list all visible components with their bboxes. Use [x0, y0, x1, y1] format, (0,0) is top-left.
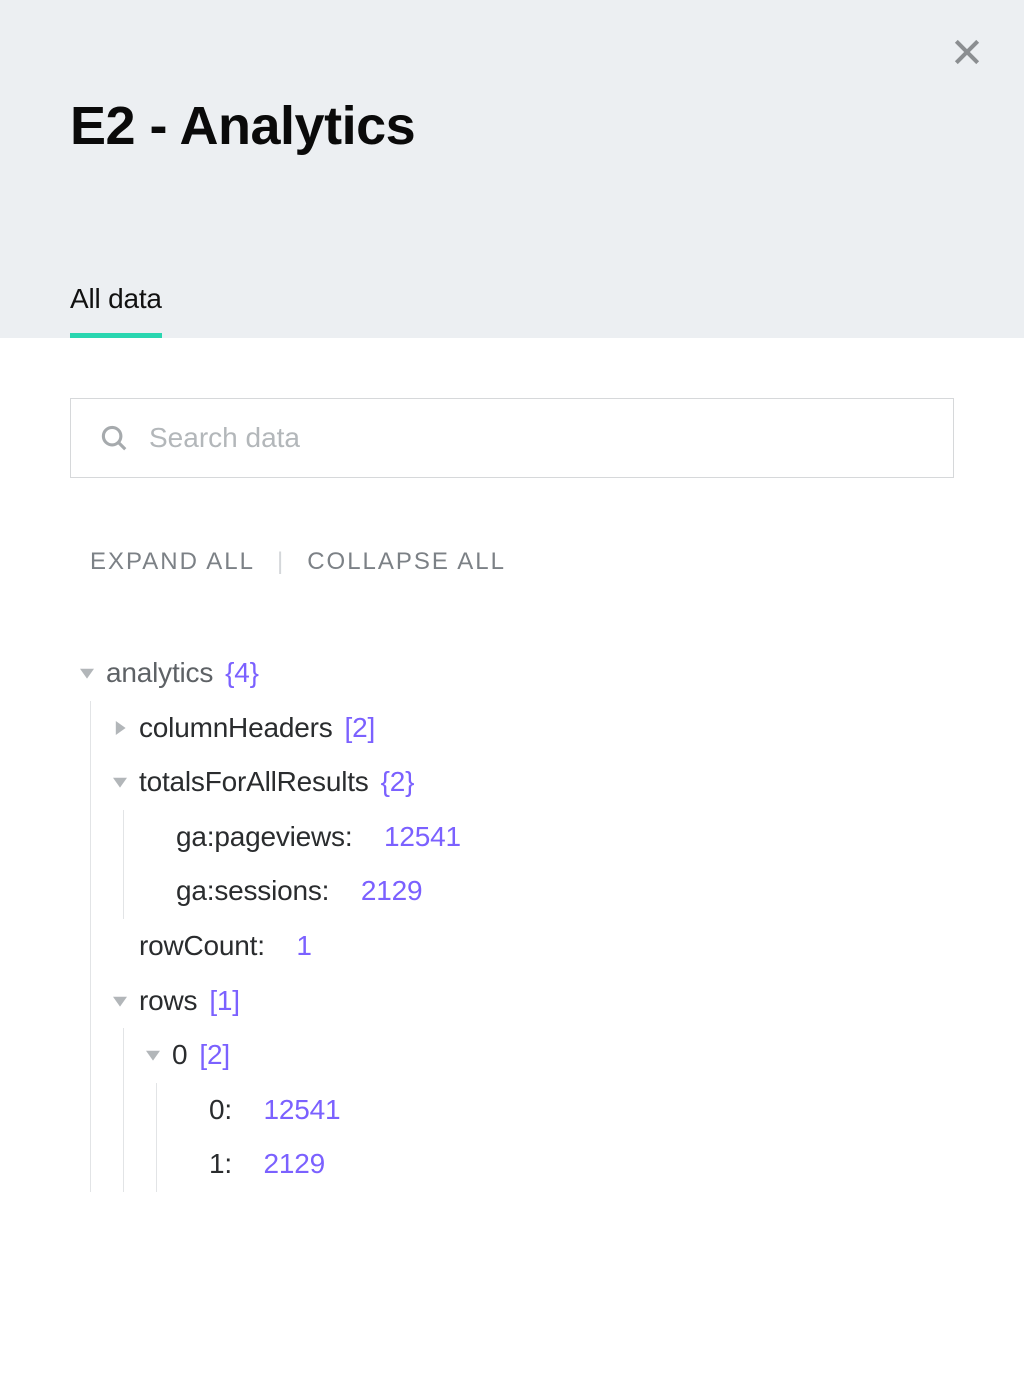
tree-key: 1:: [209, 1137, 232, 1192]
tree-key: totalsForAllResults: [139, 755, 369, 810]
tree-count: {2}: [381, 755, 415, 810]
tree-row[interactable]: rows [1]: [113, 974, 954, 1029]
tab-all-data[interactable]: All data: [70, 283, 162, 338]
search-field[interactable]: [70, 398, 954, 478]
tree-node-rowcount: rowCount: 1: [113, 919, 954, 974]
tree-node-analytics: analytics {4} columnHeaders [2] tota: [80, 646, 954, 1192]
tree-node-columnheaders: columnHeaders [2]: [113, 701, 954, 756]
chevron-right-icon[interactable]: [113, 721, 127, 735]
close-button[interactable]: [945, 30, 989, 74]
tree-value: 2129: [264, 1137, 326, 1192]
collapse-all-button[interactable]: COLLAPSE ALL: [307, 548, 506, 576]
tree-value: 2129: [361, 864, 423, 919]
tree-node-row-0: 0 [2] 0: 12541 1:: [146, 1028, 954, 1192]
tree-key: analytics: [106, 646, 213, 701]
tree-row: rowCount: 1: [113, 919, 954, 974]
tree-row[interactable]: totalsForAllResults {2}: [113, 755, 954, 810]
panel-header: E2 - Analytics All data: [0, 0, 1024, 338]
close-icon: [951, 36, 983, 68]
tree-value: 12541: [264, 1083, 341, 1138]
tree-key: 0: [172, 1028, 187, 1083]
panel-content: EXPAND ALL | COLLAPSE ALL analytics {4} …: [0, 338, 1024, 1192]
tree-row[interactable]: 0 [2]: [146, 1028, 954, 1083]
tree-count: {4}: [225, 646, 259, 701]
tree-leaf: ga:sessions: 2129: [146, 864, 954, 919]
tree-children: ga:pageviews: 12541 ga:sessions: 2129: [123, 810, 954, 919]
tree-count: [1]: [209, 974, 240, 1029]
tree-leaf: 1: 2129: [179, 1137, 954, 1192]
tree-value: 12541: [384, 810, 461, 865]
tree-children: columnHeaders [2] totalsForAllResults {2…: [90, 701, 954, 1192]
tree-row[interactable]: columnHeaders [2]: [113, 701, 954, 756]
tree-children: 0 [2] 0: 12541 1:: [123, 1028, 954, 1192]
chevron-down-icon[interactable]: [80, 666, 94, 680]
tree-node-totals: totalsForAllResults {2} ga:pageviews: 12…: [113, 755, 954, 919]
tabs: All data: [70, 283, 162, 338]
tree-node-rows: rows [1] 0 [2]: [113, 974, 954, 1192]
tree-children: 0: 12541 1: 2129: [156, 1083, 954, 1192]
tree-key: ga:pageviews:: [176, 810, 352, 865]
tree-key: rows: [139, 974, 197, 1029]
controls-divider: |: [277, 548, 285, 576]
chevron-down-icon[interactable]: [146, 1048, 160, 1062]
json-tree: analytics {4} columnHeaders [2] tota: [70, 646, 954, 1192]
tree-key: columnHeaders: [139, 701, 333, 756]
tree-key: ga:sessions:: [176, 864, 329, 919]
page-title: E2 - Analytics: [70, 0, 954, 157]
tree-leaf: ga:pageviews: 12541: [146, 810, 954, 865]
search-input[interactable]: [149, 422, 925, 454]
expand-all-button[interactable]: EXPAND ALL: [90, 548, 255, 576]
chevron-down-icon[interactable]: [113, 775, 127, 789]
tree-count: [2]: [199, 1028, 230, 1083]
tree-value: 1: [296, 919, 311, 974]
tree-controls: EXPAND ALL | COLLAPSE ALL: [70, 548, 954, 576]
chevron-down-icon[interactable]: [113, 994, 127, 1008]
tree-leaf: 0: 12541: [179, 1083, 954, 1138]
tree-row[interactable]: analytics {4}: [80, 646, 954, 701]
search-icon: [99, 423, 129, 453]
tree-key: 0:: [209, 1083, 232, 1138]
tree-count: [2]: [345, 701, 376, 756]
tree-key: rowCount:: [139, 919, 265, 974]
